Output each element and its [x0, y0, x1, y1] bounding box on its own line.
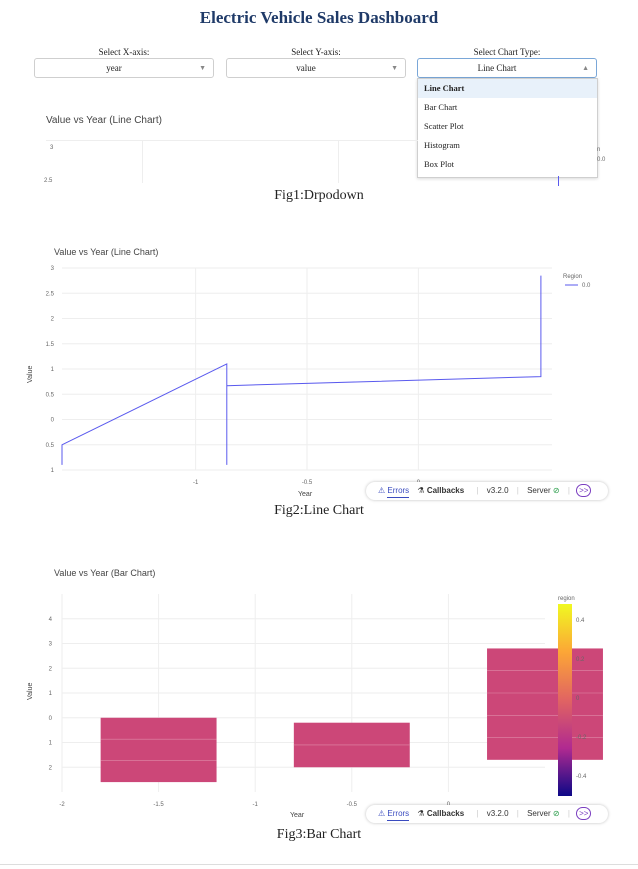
line-chart: 32.521.510.500.51-1-0.50 Region 0.0 Year… [27, 266, 591, 498]
partial-line-segment [558, 176, 559, 186]
x-tick: -1.5 [153, 802, 164, 808]
errors-tab[interactable]: Errors [387, 808, 410, 821]
y-tick: 1 [51, 468, 55, 474]
page-divider [0, 864, 638, 865]
x-tick: -2 [59, 802, 65, 808]
y-tick: 1 [51, 367, 55, 373]
chart-type-select[interactable]: Line Chart ▲ [417, 58, 597, 78]
colorbar [558, 604, 572, 796]
server-label: Server [527, 809, 551, 818]
callbacks-icon: ⚗ [417, 809, 425, 818]
x-tick: -0.5 [302, 480, 313, 486]
version-label: v3.2.0 [486, 809, 509, 818]
chart-type-label: Select Chart Type: [473, 47, 541, 57]
y-tick: 3 [51, 266, 55, 272]
y-tick: 0 [51, 418, 55, 424]
y-tick: 0.5 [46, 392, 55, 398]
option-bar-chart[interactable]: Bar Chart [418, 98, 597, 117]
x-axis-label: Select X-axis: [98, 47, 150, 57]
y-tick: 1 [49, 691, 53, 697]
y-tick: 0 [49, 716, 53, 722]
line-chart-title: Value vs Year (Line Chart) [54, 247, 159, 257]
caption-fig2: Fig2:Line Chart [274, 503, 364, 518]
expand-button[interactable]: >> [576, 807, 592, 820]
partial-tick-a: 3 [50, 145, 54, 151]
line-x-label: Year [298, 491, 313, 498]
colorbar-tick: -0.2 [576, 735, 587, 741]
bar-y-label: Value [27, 683, 34, 700]
server-label: Server [527, 486, 551, 495]
bar-chart: 4321012-2-1.5-1-0.50 region 0.40.20-0.2-… [27, 594, 603, 819]
y-tick: 3 [49, 642, 53, 648]
colorbar-tick: 0.2 [576, 657, 585, 663]
x-tick: -1 [253, 802, 259, 808]
bar [487, 648, 603, 760]
line-y-label: Value [27, 366, 34, 383]
colorbar-title: region [558, 596, 575, 602]
dev-tools-bar-2[interactable]: ⚠ Errors ⚗ Callbacks | v3.2.0 | Server ⊘… [366, 805, 608, 823]
warning-icon: ⚠ [378, 486, 386, 495]
server-status-icon: ⊘ [552, 486, 560, 495]
chevron-down-icon: ▼ [199, 64, 206, 72]
y-tick: 2 [49, 666, 53, 672]
y-tick: 0.5 [46, 443, 55, 449]
y-tick: 4 [49, 617, 53, 623]
y-axis-value: value [296, 63, 316, 73]
partial-legend-a: n [597, 147, 601, 153]
option-line-chart[interactable]: Line Chart [418, 79, 597, 98]
dashboard-title: Electric Vehicle Sales Dashboard [199, 8, 439, 27]
version-label: v3.2.0 [486, 486, 509, 495]
option-scatter-plot[interactable]: Scatter Plot [418, 117, 597, 136]
colorbar-tick: 0.4 [576, 618, 585, 624]
partial-legend-b: 0.0 [597, 157, 606, 163]
option-histogram[interactable]: Histogram [418, 136, 597, 155]
y-axis-label: Select Y-axis: [291, 47, 341, 57]
colorbar-tick: -0.4 [576, 774, 587, 780]
y-tick: 1.5 [46, 342, 55, 348]
dev-tools-bar[interactable]: ⚠ Errors ⚗ Callbacks | v3.2.0 | Server ⊘… [366, 482, 608, 500]
bar-chart-title: Value vs Year (Bar Chart) [54, 568, 156, 578]
chevron-up-icon: ▲ [582, 64, 589, 72]
errors-tab[interactable]: Errors [387, 485, 410, 498]
partial-chart-title: Value vs Year (Line Chart) [46, 115, 162, 126]
legend-title: Region [563, 274, 582, 280]
y-tick: 2.5 [46, 291, 55, 297]
x-axis-select[interactable]: year ▼ [34, 58, 214, 78]
x-tick: -0.5 [347, 802, 358, 808]
expand-button[interactable]: >> [576, 484, 592, 497]
y-tick: 2 [49, 765, 53, 771]
x-tick: -1 [193, 480, 199, 486]
line-series [61, 275, 542, 465]
callbacks-icon: ⚗ [417, 486, 425, 495]
x-axis-value: year [106, 63, 122, 73]
chart-type-value: Line Chart [477, 63, 517, 73]
chevron-down-icon: ▼ [391, 64, 398, 72]
legend-entry: 0.0 [582, 283, 591, 289]
caption-fig3: Fig3:Bar Chart [276, 827, 362, 842]
chart-type-dropdown: Line Chart Bar Chart Scatter Plot Histog… [417, 78, 598, 178]
callbacks-tab[interactable]: Callbacks [427, 805, 464, 823]
y-tick: 2 [51, 317, 55, 323]
server-status-icon: ⊘ [552, 809, 560, 818]
y-axis-select[interactable]: value ▼ [226, 58, 406, 78]
caption-fig1: Fig1:Drpodown [274, 188, 364, 203]
bar [100, 717, 217, 783]
bar-x-label: Year [290, 812, 305, 819]
partial-chart-area [46, 140, 418, 183]
y-tick: 1 [49, 741, 53, 747]
callbacks-tab[interactable]: Callbacks [427, 482, 464, 500]
partial-tick-b: 2.5 [44, 178, 53, 184]
option-box-plot[interactable]: Box Plot [418, 155, 597, 174]
warning-icon: ⚠ [378, 809, 386, 818]
